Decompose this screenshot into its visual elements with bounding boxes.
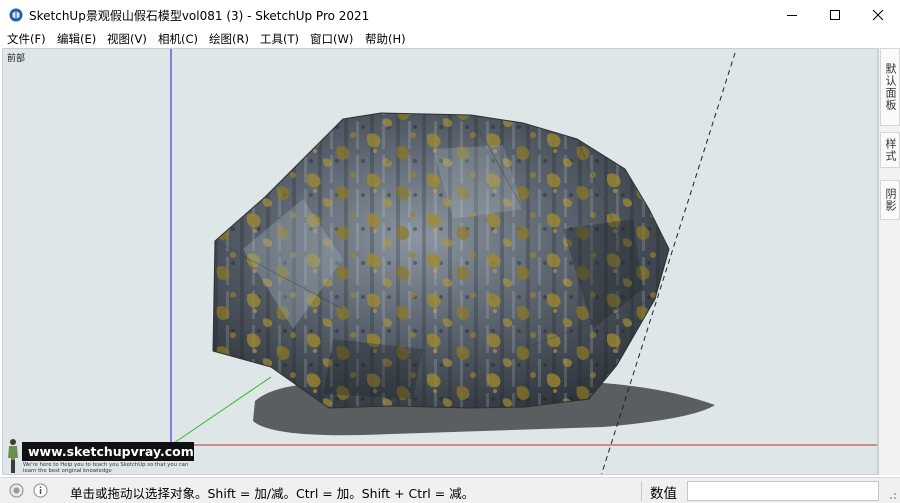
maximize-icon xyxy=(830,10,840,20)
status-divider xyxy=(641,481,642,501)
menu-draw[interactable]: 绘图(R) xyxy=(209,31,249,47)
menu-file[interactable]: 文件(F) xyxy=(7,31,46,47)
tray-tab-default-panel-label: 默认面板 xyxy=(884,63,897,111)
menu-window[interactable]: 窗口(W) xyxy=(310,31,353,47)
modeling-viewport[interactable]: 前部 xyxy=(2,48,878,475)
menu-help[interactable]: 帮助(H) xyxy=(365,31,406,47)
menu-bar: 文件(F) 编辑(E) 视图(V) 相机(C) 绘图(R) 工具(T) 窗口(W… xyxy=(0,30,900,48)
watermark-subtext: We're here to Help you to teach you Sket… xyxy=(23,462,189,474)
default-tray: 默认面板 样式 阴影 xyxy=(878,48,900,475)
minimize-button[interactable] xyxy=(769,0,815,30)
close-button[interactable] xyxy=(855,0,900,30)
tray-tab-shadows[interactable]: 阴影 xyxy=(880,180,900,220)
info-icon[interactable] xyxy=(33,483,48,498)
resize-grip-icon[interactable] xyxy=(885,486,897,500)
tray-tab-styles-label: 样式 xyxy=(884,138,897,162)
close-icon xyxy=(872,9,884,21)
scene-tab-label[interactable]: 前部 xyxy=(7,51,25,64)
tray-tab-styles[interactable]: 样式 xyxy=(880,132,900,168)
maximize-button[interactable] xyxy=(812,0,858,30)
status-bar: 单击或拖动以选择对象。Shift = 加/减。Ctrl = 加。Shift + … xyxy=(0,477,900,503)
person-figure-icon xyxy=(8,439,18,473)
geo-location-icon[interactable] xyxy=(9,483,24,498)
watermark: www.sketchupvray.com We're here to Help … xyxy=(2,438,202,476)
window-title: SketchUp景观假山假石模型vol081 (3) - SketchUp Pr… xyxy=(29,9,370,23)
measurements-label: 数值 xyxy=(650,486,677,502)
minimize-icon xyxy=(787,15,797,16)
rock-model[interactable] xyxy=(203,109,683,419)
scene-canvas xyxy=(170,49,877,474)
menu-camera[interactable]: 相机(C) xyxy=(158,31,198,47)
menu-tools[interactable]: 工具(T) xyxy=(260,31,299,47)
title-bar: SketchUp景观假山假石模型vol081 (3) - SketchUp Pr… xyxy=(0,0,900,30)
measurements-input[interactable] xyxy=(687,481,879,501)
tray-tab-default-panel[interactable]: 默认面板 xyxy=(880,48,900,126)
watermark-url: www.sketchupvray.com xyxy=(22,442,194,461)
tray-tab-shadows-label: 阴影 xyxy=(884,188,897,212)
sketchup-logo-icon xyxy=(9,8,23,22)
menu-edit[interactable]: 编辑(E) xyxy=(57,31,96,47)
status-hint: 单击或拖动以选择对象。Shift = 加/减。Ctrl = 加。Shift + … xyxy=(70,486,475,501)
menu-view[interactable]: 视图(V) xyxy=(107,31,147,47)
